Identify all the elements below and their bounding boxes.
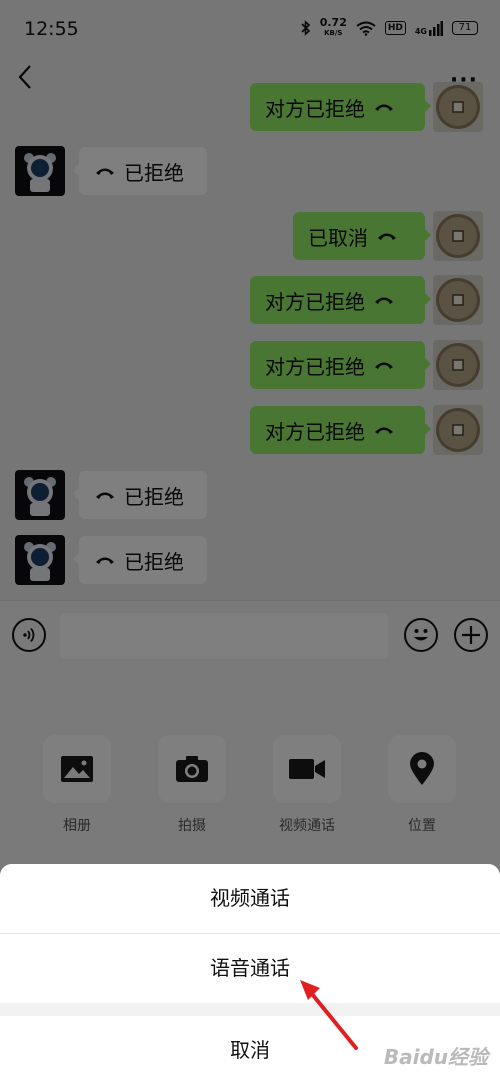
chat-screen: 12:55 0.72 KB/S HD 4G 71 ··· 对方已拒绝 [0, 0, 500, 1084]
voice-call-option[interactable]: 语音通话 [0, 934, 500, 1003]
watermark: Baidu经验 [383, 1045, 488, 1069]
video-call-option[interactable]: 视频通话 [0, 864, 500, 934]
annotation-arrow-icon [300, 980, 358, 1050]
